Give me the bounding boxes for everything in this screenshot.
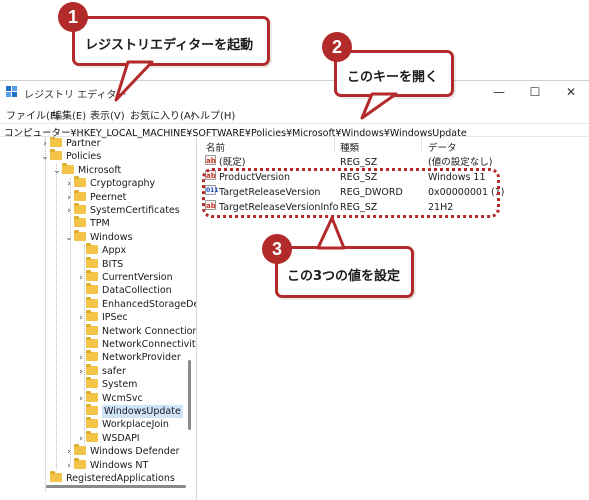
step-badge-1: 1 <box>58 2 88 32</box>
callout-2-pointer <box>360 92 398 120</box>
step-badge-2: 2 <box>322 32 352 62</box>
callout-pointers <box>114 60 398 250</box>
callout-1-pointer <box>114 60 154 102</box>
step-badge-3: 3 <box>262 234 292 264</box>
callout-3-pointer <box>316 216 346 250</box>
